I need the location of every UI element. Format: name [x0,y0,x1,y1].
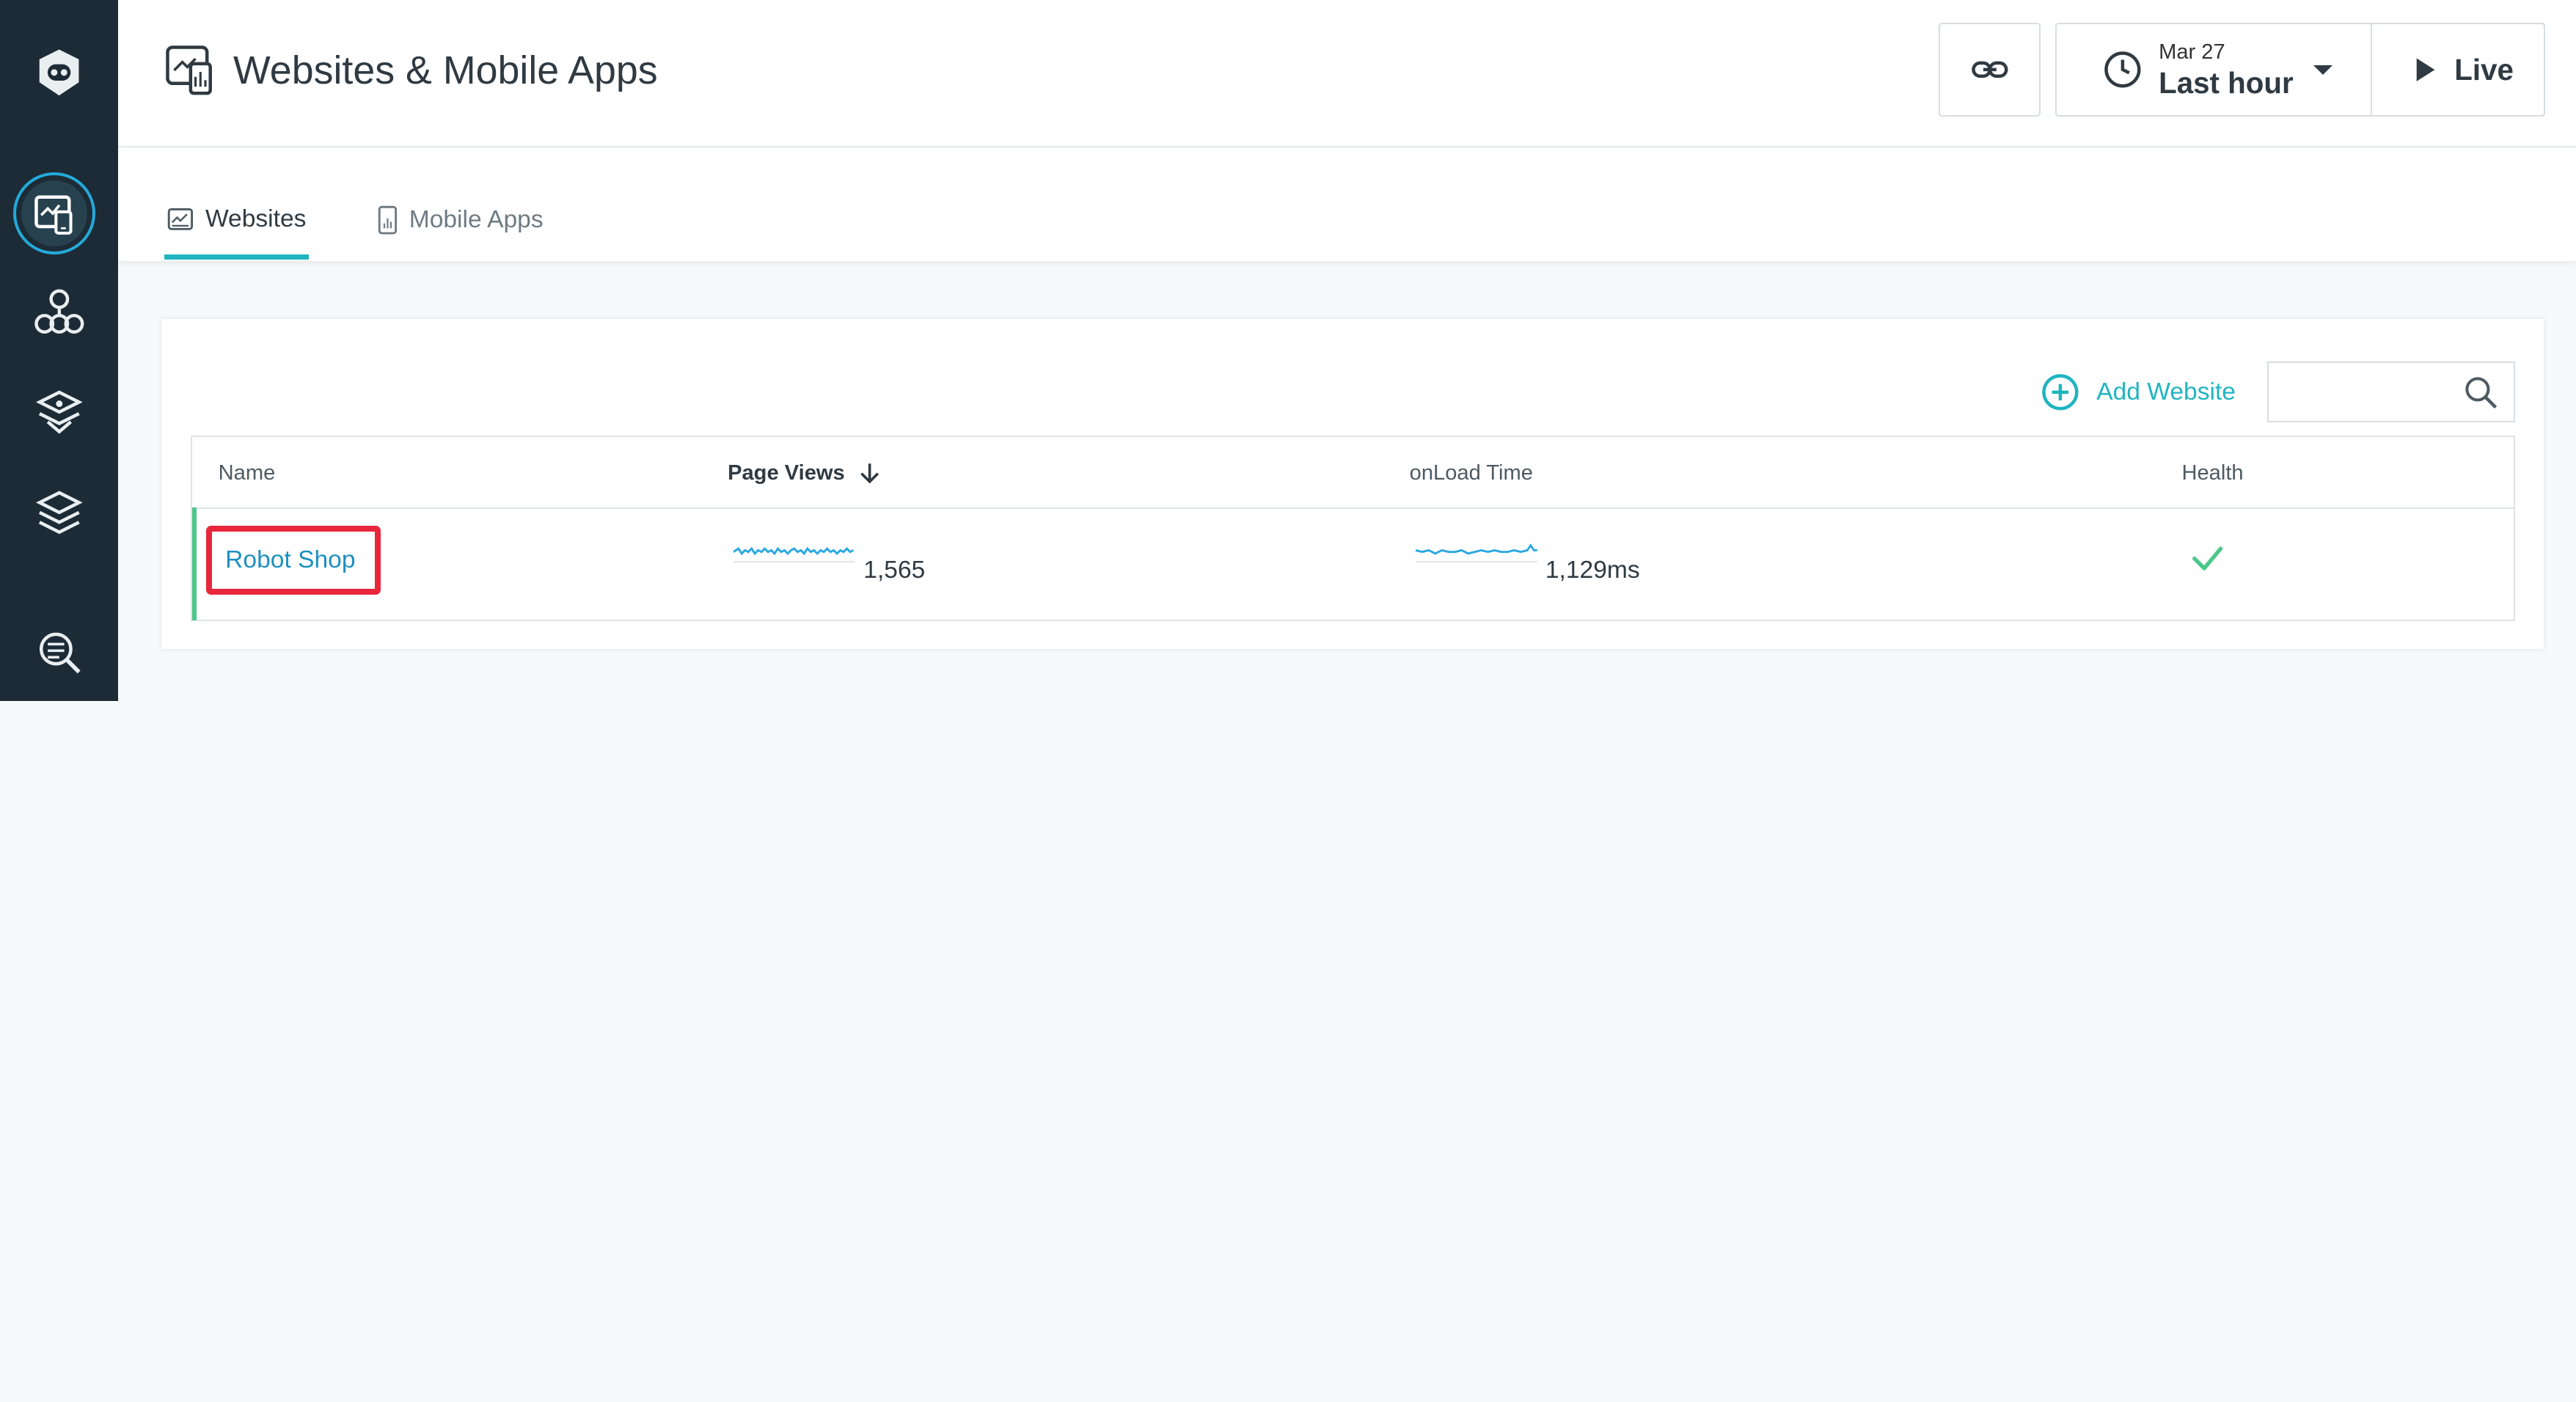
timeframe-picker[interactable]: Mar 27 Last hour [2055,23,2373,117]
arrow-down-icon [860,463,879,484]
column-header-health-label: Health [2181,461,2244,485]
link-icon [1971,61,2008,78]
search-box [2267,361,2516,422]
chevron-down-icon [2313,65,2332,75]
tab-bar: Websites Mobile Apps [118,147,2576,262]
onload-time-value: 1,129ms [1545,557,1640,584]
mobile-icon [378,205,398,235]
infrastructure-icon[interactable] [0,286,118,339]
page-views-value: 1,565 [863,557,926,584]
page-title: Websites & Mobile Apps [233,48,658,93]
column-header-onload-time[interactable]: onLoad Time [1410,461,1533,485]
live-label: Live [2454,52,2514,87]
onload-time-sparkline [1415,543,1537,562]
tab-websites[interactable]: Websites [167,205,306,233]
clock-icon [2104,51,2141,88]
platforms-icon[interactable] [0,486,118,539]
websites-table: Name Page Views onLoad Time Health Robot… [190,435,2516,621]
tab-mobile-apps[interactable]: Mobile Apps [378,205,544,235]
websites-tab-icon [168,208,194,230]
copy-link-button[interactable] [1939,23,2041,117]
applications-icon[interactable] [0,386,118,438]
add-circle-icon [2042,374,2079,411]
sidebar [0,0,119,702]
tab-websites-label: Websites [205,205,307,232]
search-input[interactable] [2278,362,2466,421]
live-button[interactable]: Live [2371,23,2545,117]
column-header-name-label: Name [218,461,276,485]
tab-mobile-apps-label: Mobile Apps [409,206,544,234]
search-icon[interactable] [2465,376,2498,409]
page-header: Websites & Mobile Apps Mar 27 Last hour [118,0,2576,148]
timeframe-text: Mar 27 Last hour [2159,42,2294,98]
play-icon [2416,58,2435,81]
column-header-health[interactable]: Health [2181,461,2243,485]
add-website-button[interactable]: Add Website [2041,372,2236,412]
sidebar-item-websites[interactable] [12,172,95,255]
website-name-link[interactable]: Robot Shop [206,525,381,595]
table-row: Robot Shop 1,565 1,129ms [191,507,2514,621]
column-header-name[interactable]: Name [219,461,276,485]
websites-icon [34,195,73,235]
check-icon [2192,546,2223,570]
column-header-page-views[interactable]: Page Views [728,461,881,485]
websites-panel: Add Website Name Page Views onLoad Time … [161,318,2544,649]
app-root: Websites & Mobile Apps Mar 27 Last hour [0,0,2576,702]
timeframe-range: Last hour [2159,65,2294,100]
analyze-icon[interactable] [0,628,118,680]
timeframe-date: Mar 27 [2159,40,2225,65]
add-website-label: Add Website [2096,378,2236,406]
table-header: Name Page Views onLoad Time Health [191,437,2514,509]
websites-apps-icon [166,45,212,95]
page-title-group: Websites & Mobile Apps [164,44,658,97]
column-header-page-views-label: Page Views [728,461,845,485]
page-views-sparkline [733,546,856,562]
robot-logo-icon[interactable] [0,46,118,99]
column-header-onload-time-label: onLoad Time [1409,461,1533,485]
active-tab-indicator [164,254,310,260]
